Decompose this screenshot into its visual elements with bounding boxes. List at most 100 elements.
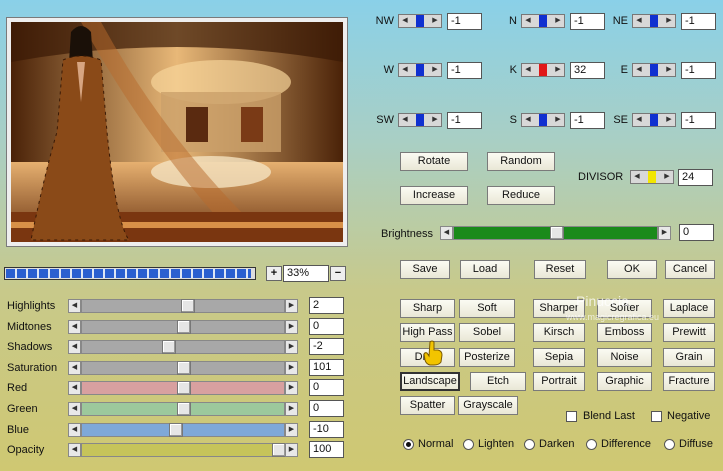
matrix-w-thumb[interactable] xyxy=(416,64,424,76)
opacity-field[interactable]: 100 xyxy=(309,441,344,458)
left-arrow-icon[interactable]: ◀ xyxy=(399,64,411,76)
matrix-k-field[interactable]: 32 xyxy=(570,62,605,79)
left-arrow-icon[interactable]: ◀ xyxy=(522,114,534,126)
brightness-left-arrow-icon[interactable]: ◀ xyxy=(440,226,453,240)
preset-emboss-button[interactable]: Emboss xyxy=(597,323,652,342)
highlights-slider-track[interactable] xyxy=(81,299,285,313)
matrix-se-thumb[interactable] xyxy=(650,114,658,126)
matrix-e-slider[interactable]: ◀ ▶ xyxy=(632,63,676,77)
highlights-right-arrow-icon[interactable]: ▶ xyxy=(285,299,298,313)
mode-lighten-radio[interactable] xyxy=(463,439,474,450)
right-arrow-icon[interactable]: ▶ xyxy=(663,64,675,76)
matrix-ne-slider[interactable]: ◀ ▶ xyxy=(632,14,676,28)
random-button[interactable]: Random xyxy=(487,152,555,171)
preset-landscape-button[interactable]: Landscape xyxy=(400,372,460,391)
preset-grain-button[interactable]: Grain xyxy=(663,348,715,367)
red-right-arrow-icon[interactable]: ▶ xyxy=(285,381,298,395)
zoom-out-button[interactable]: − xyxy=(330,266,346,281)
negative-checkbox[interactable] xyxy=(651,411,662,422)
highlights-slider-thumb[interactable] xyxy=(181,299,195,313)
shadows-slider-track[interactable] xyxy=(81,340,285,354)
midtones-slider-track[interactable] xyxy=(81,320,285,334)
left-arrow-icon[interactable]: ◀ xyxy=(633,64,645,76)
preset-kirsch-button[interactable]: Kirsch xyxy=(533,323,585,342)
saturation-right-arrow-icon[interactable]: ▶ xyxy=(285,361,298,375)
cancel-button[interactable]: Cancel xyxy=(665,260,715,279)
shadows-left-arrow-icon[interactable]: ◀ xyxy=(68,340,81,354)
preset-sepia-button[interactable]: Sepia xyxy=(533,348,585,367)
matrix-nw-field[interactable]: -1 xyxy=(447,13,482,30)
opacity-right-arrow-icon[interactable]: ▶ xyxy=(285,443,298,457)
brightness-slider-track[interactable] xyxy=(453,226,658,240)
brightness-field[interactable]: 0 xyxy=(679,224,714,241)
mode-difference-radio[interactable] xyxy=(586,439,597,450)
load-button[interactable]: Load xyxy=(460,260,510,279)
green-left-arrow-icon[interactable]: ◀ xyxy=(68,402,81,416)
save-button[interactable]: Save xyxy=(400,260,450,279)
right-arrow-icon[interactable]: ▶ xyxy=(429,64,441,76)
blue-slider-thumb[interactable] xyxy=(169,423,183,437)
preset-fracture-button[interactable]: Fracture xyxy=(663,372,715,391)
left-arrow-icon[interactable]: ◀ xyxy=(631,171,643,183)
blue-right-arrow-icon[interactable]: ▶ xyxy=(285,423,298,437)
left-arrow-icon[interactable]: ◀ xyxy=(399,15,411,27)
saturation-left-arrow-icon[interactable]: ◀ xyxy=(68,361,81,375)
right-arrow-icon[interactable]: ▶ xyxy=(663,114,675,126)
shadows-slider-thumb[interactable] xyxy=(162,340,176,354)
matrix-s-thumb[interactable] xyxy=(539,114,547,126)
matrix-ne-thumb[interactable] xyxy=(650,15,658,27)
preset-prewitt-button[interactable]: Prewitt xyxy=(663,323,715,342)
right-arrow-icon[interactable]: ▶ xyxy=(552,114,564,126)
opacity-left-arrow-icon[interactable]: ◀ xyxy=(68,443,81,457)
midtones-left-arrow-icon[interactable]: ◀ xyxy=(68,320,81,334)
red-left-arrow-icon[interactable]: ◀ xyxy=(68,381,81,395)
right-arrow-icon[interactable]: ▶ xyxy=(429,15,441,27)
matrix-s-field[interactable]: -1 xyxy=(570,112,605,129)
mode-normal-radio[interactable] xyxy=(403,439,414,450)
opacity-slider-thumb[interactable] xyxy=(272,443,286,457)
matrix-e-thumb[interactable] xyxy=(650,64,658,76)
rotate-button[interactable]: Rotate xyxy=(400,152,468,171)
ok-button[interactable]: OK xyxy=(607,260,657,279)
matrix-sw-thumb[interactable] xyxy=(416,114,424,126)
divisor-field[interactable]: 24 xyxy=(678,169,713,186)
matrix-sw-slider[interactable]: ◀ ▶ xyxy=(398,113,442,127)
divisor-slider[interactable]: ◀ ▶ xyxy=(630,170,674,184)
matrix-s-slider[interactable]: ◀ ▶ xyxy=(521,113,565,127)
preset-soft-button[interactable]: Soft xyxy=(459,299,515,318)
opacity-slider-track[interactable] xyxy=(81,443,286,457)
divisor-thumb[interactable] xyxy=(648,171,656,183)
matrix-nw-thumb[interactable] xyxy=(416,15,424,27)
highlights-field[interactable]: 2 xyxy=(309,297,344,314)
midtones-field[interactable]: 0 xyxy=(309,318,344,335)
preset-sobel-button[interactable]: Sobel xyxy=(459,323,515,342)
matrix-ne-field[interactable]: -1 xyxy=(681,13,716,30)
matrix-w-slider[interactable]: ◀ ▶ xyxy=(398,63,442,77)
reset-button[interactable]: Reset xyxy=(534,260,586,279)
matrix-k-thumb[interactable] xyxy=(539,64,547,76)
zoom-in-button[interactable]: + xyxy=(266,266,282,281)
matrix-se-slider[interactable]: ◀ ▶ xyxy=(632,113,676,127)
blend-last-checkbox[interactable] xyxy=(566,411,577,422)
right-arrow-icon[interactable]: ▶ xyxy=(661,171,673,183)
saturation-field[interactable]: 101 xyxy=(309,359,344,376)
left-arrow-icon[interactable]: ◀ xyxy=(633,114,645,126)
green-right-arrow-icon[interactable]: ▶ xyxy=(285,402,298,416)
left-arrow-icon[interactable]: ◀ xyxy=(522,64,534,76)
highlights-left-arrow-icon[interactable]: ◀ xyxy=(68,299,81,313)
right-arrow-icon[interactable]: ▶ xyxy=(429,114,441,126)
green-slider-track[interactable] xyxy=(81,402,285,416)
matrix-se-field[interactable]: -1 xyxy=(681,112,716,129)
midtones-right-arrow-icon[interactable]: ▶ xyxy=(285,320,298,334)
preset-etch-button[interactable]: Etch xyxy=(470,372,526,391)
red-field[interactable]: 0 xyxy=(309,379,344,396)
preset-grayscale-button[interactable]: Grayscale xyxy=(458,396,518,415)
increase-button[interactable]: Increase xyxy=(400,186,468,205)
mode-diffuse-radio[interactable] xyxy=(664,439,675,450)
matrix-k-slider[interactable]: ◀ ▶ xyxy=(521,63,565,77)
preset-portrait-button[interactable]: Portrait xyxy=(533,372,585,391)
left-arrow-icon[interactable]: ◀ xyxy=(633,15,645,27)
preset-spatter-button[interactable]: Spatter xyxy=(400,396,455,415)
shadows-field[interactable]: -2 xyxy=(309,338,344,355)
right-arrow-icon[interactable]: ▶ xyxy=(552,15,564,27)
